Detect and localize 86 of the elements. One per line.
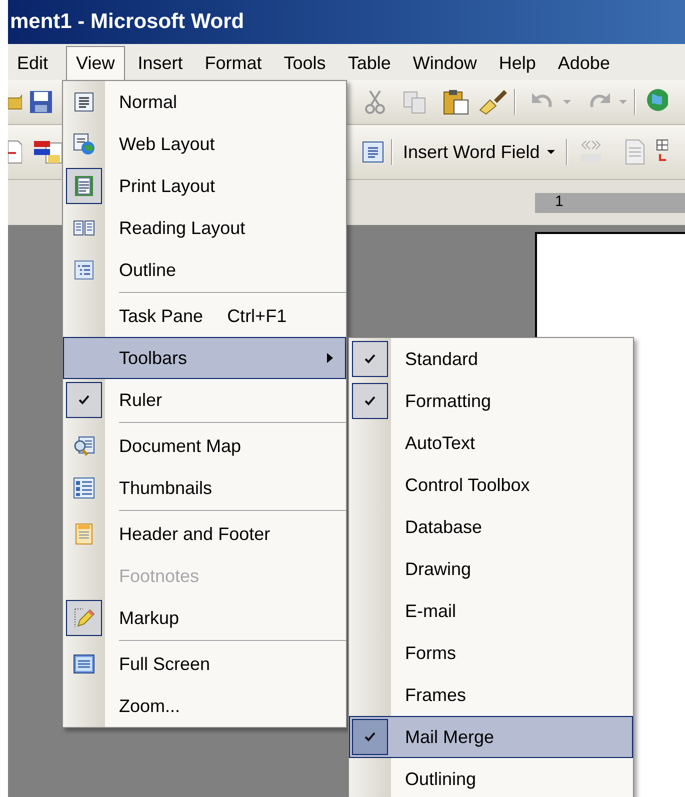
menu-item[interactable]: Toolbars <box>63 337 346 379</box>
dropdown-caret-icon <box>618 99 628 105</box>
menu-item[interactable]: Document Map <box>63 425 346 467</box>
menu-item-label: Forms <box>405 642 456 664</box>
menu-item-label: Reading Layout <box>119 216 246 240</box>
menu-item-label: Outline <box>119 258 176 282</box>
page-globe-icon <box>72 132 96 156</box>
menu-item[interactable]: Full Screen <box>63 643 346 685</box>
menu-bar-item[interactable]: Adobe <box>548 46 619 80</box>
menu-bar-item[interactable]: View <box>66 46 125 80</box>
menu-item-label: Task Pane <box>119 304 204 328</box>
menu-item[interactable]: Database <box>349 506 633 548</box>
menu-item[interactable]: Forms <box>349 632 633 674</box>
insert-word-field-button[interactable]: Insert Word Field <box>399 135 560 169</box>
menu-item[interactable]: Web Layout <box>63 123 346 165</box>
menu-item[interactable]: Ruler <box>63 379 346 421</box>
page-icon <box>624 138 646 166</box>
menu-item-label: Print Layout <box>119 174 216 198</box>
menu-bar-item[interactable]: Format <box>196 46 271 80</box>
menu-item-label: Ruler <box>119 388 162 412</box>
menu-item-label: Drawing <box>405 558 472 581</box>
page-icon <box>361 140 385 164</box>
menu-item[interactable]: Task Pane Ctrl+F1 <box>63 295 346 337</box>
menu-item-label: Footnotes <box>119 564 200 588</box>
menu-item-label: Standard <box>405 348 478 370</box>
menu-item-label: Web Layout <box>119 132 215 156</box>
window-title: ment1 - Microsoft Word <box>10 9 244 36</box>
paintbrush-icon <box>478 88 508 116</box>
thumbnails-icon <box>72 476 96 500</box>
menu-item[interactable]: Frames <box>349 674 633 716</box>
shortcut-label: Ctrl+F1 <box>227 304 287 328</box>
menu-item-label: AutoText <box>405 432 476 454</box>
pencil-icon <box>72 606 96 630</box>
check-icon <box>364 396 376 406</box>
menu-item[interactable]: Control Toolbox <box>349 464 633 506</box>
menu-item-label: Markup <box>119 606 180 630</box>
menu-bar-item[interactable]: Help <box>490 46 545 80</box>
menu-item[interactable]: Zoom... <box>63 685 346 727</box>
menu-item-label: Toolbars <box>119 346 188 370</box>
menu-item-label: Zoom... <box>119 694 180 718</box>
dropdown-caret-icon <box>546 149 556 155</box>
menu-item-label: Frames <box>405 684 466 706</box>
menu-item-label: Document Map <box>119 434 242 458</box>
menu-item[interactable]: Normal <box>63 81 346 123</box>
menu-bar-item[interactable]: Insert <box>128 46 192 80</box>
dropdown-caret-icon <box>562 99 572 105</box>
menu-item[interactable]: AutoText <box>349 422 633 464</box>
menu-item-label: Formatting <box>405 390 492 413</box>
menu-item[interactable]: Outline <box>63 249 346 291</box>
clipboard-icon <box>442 88 470 116</box>
ruler-number: 1 <box>555 192 564 212</box>
menu-item[interactable]: Markup <box>63 597 346 639</box>
check-icon <box>364 354 376 364</box>
check-icon <box>364 732 376 742</box>
outline-icon <box>72 258 96 282</box>
menu-item[interactable]: Formatting <box>349 380 633 422</box>
menu-item-label: Full Screen <box>119 652 210 676</box>
menu-item-label: Mail Merge <box>405 726 494 749</box>
page-icon <box>8 139 22 165</box>
menu-item[interactable]: E-mail <box>349 590 633 632</box>
menu-item[interactable]: Mail Merge <box>349 716 633 758</box>
copy-icon <box>402 89 428 115</box>
full-screen-icon <box>72 652 96 676</box>
page-icon <box>72 174 96 198</box>
scissors-icon <box>364 89 386 115</box>
menu-item[interactable]: Outlining <box>349 758 633 797</box>
magnifier-page-icon <box>72 434 96 458</box>
menu-bar-item[interactable]: Edit <box>8 46 58 80</box>
menu-item-label: E-mail <box>405 600 456 622</box>
page-icon <box>72 90 96 114</box>
menu-item-label: Thumbnails <box>119 476 212 500</box>
menu-item[interactable]: Thumbnails <box>63 467 346 509</box>
check-icon <box>78 395 90 405</box>
menu-item[interactable]: Standard <box>349 338 633 380</box>
menu-item-label: Control Toolbox <box>405 474 530 496</box>
menu-item-label: Normal <box>119 90 178 114</box>
menu-bar-item[interactable]: Window <box>404 46 486 80</box>
menu-item-label: Outlining <box>405 768 476 791</box>
menu-item-label: Database <box>405 516 482 538</box>
menu-item[interactable]: Drawing <box>349 548 633 590</box>
menu-item-label: Header and Footer <box>119 522 270 546</box>
menu-item[interactable]: Reading Layout <box>63 207 346 249</box>
menu-item[interactable]: Print Layout <box>63 165 346 207</box>
menu-bar-item[interactable]: Tools <box>274 46 335 80</box>
menu-item[interactable]: Header and Footer <box>63 513 346 555</box>
menu-bar-item[interactable]: Table <box>338 46 400 80</box>
